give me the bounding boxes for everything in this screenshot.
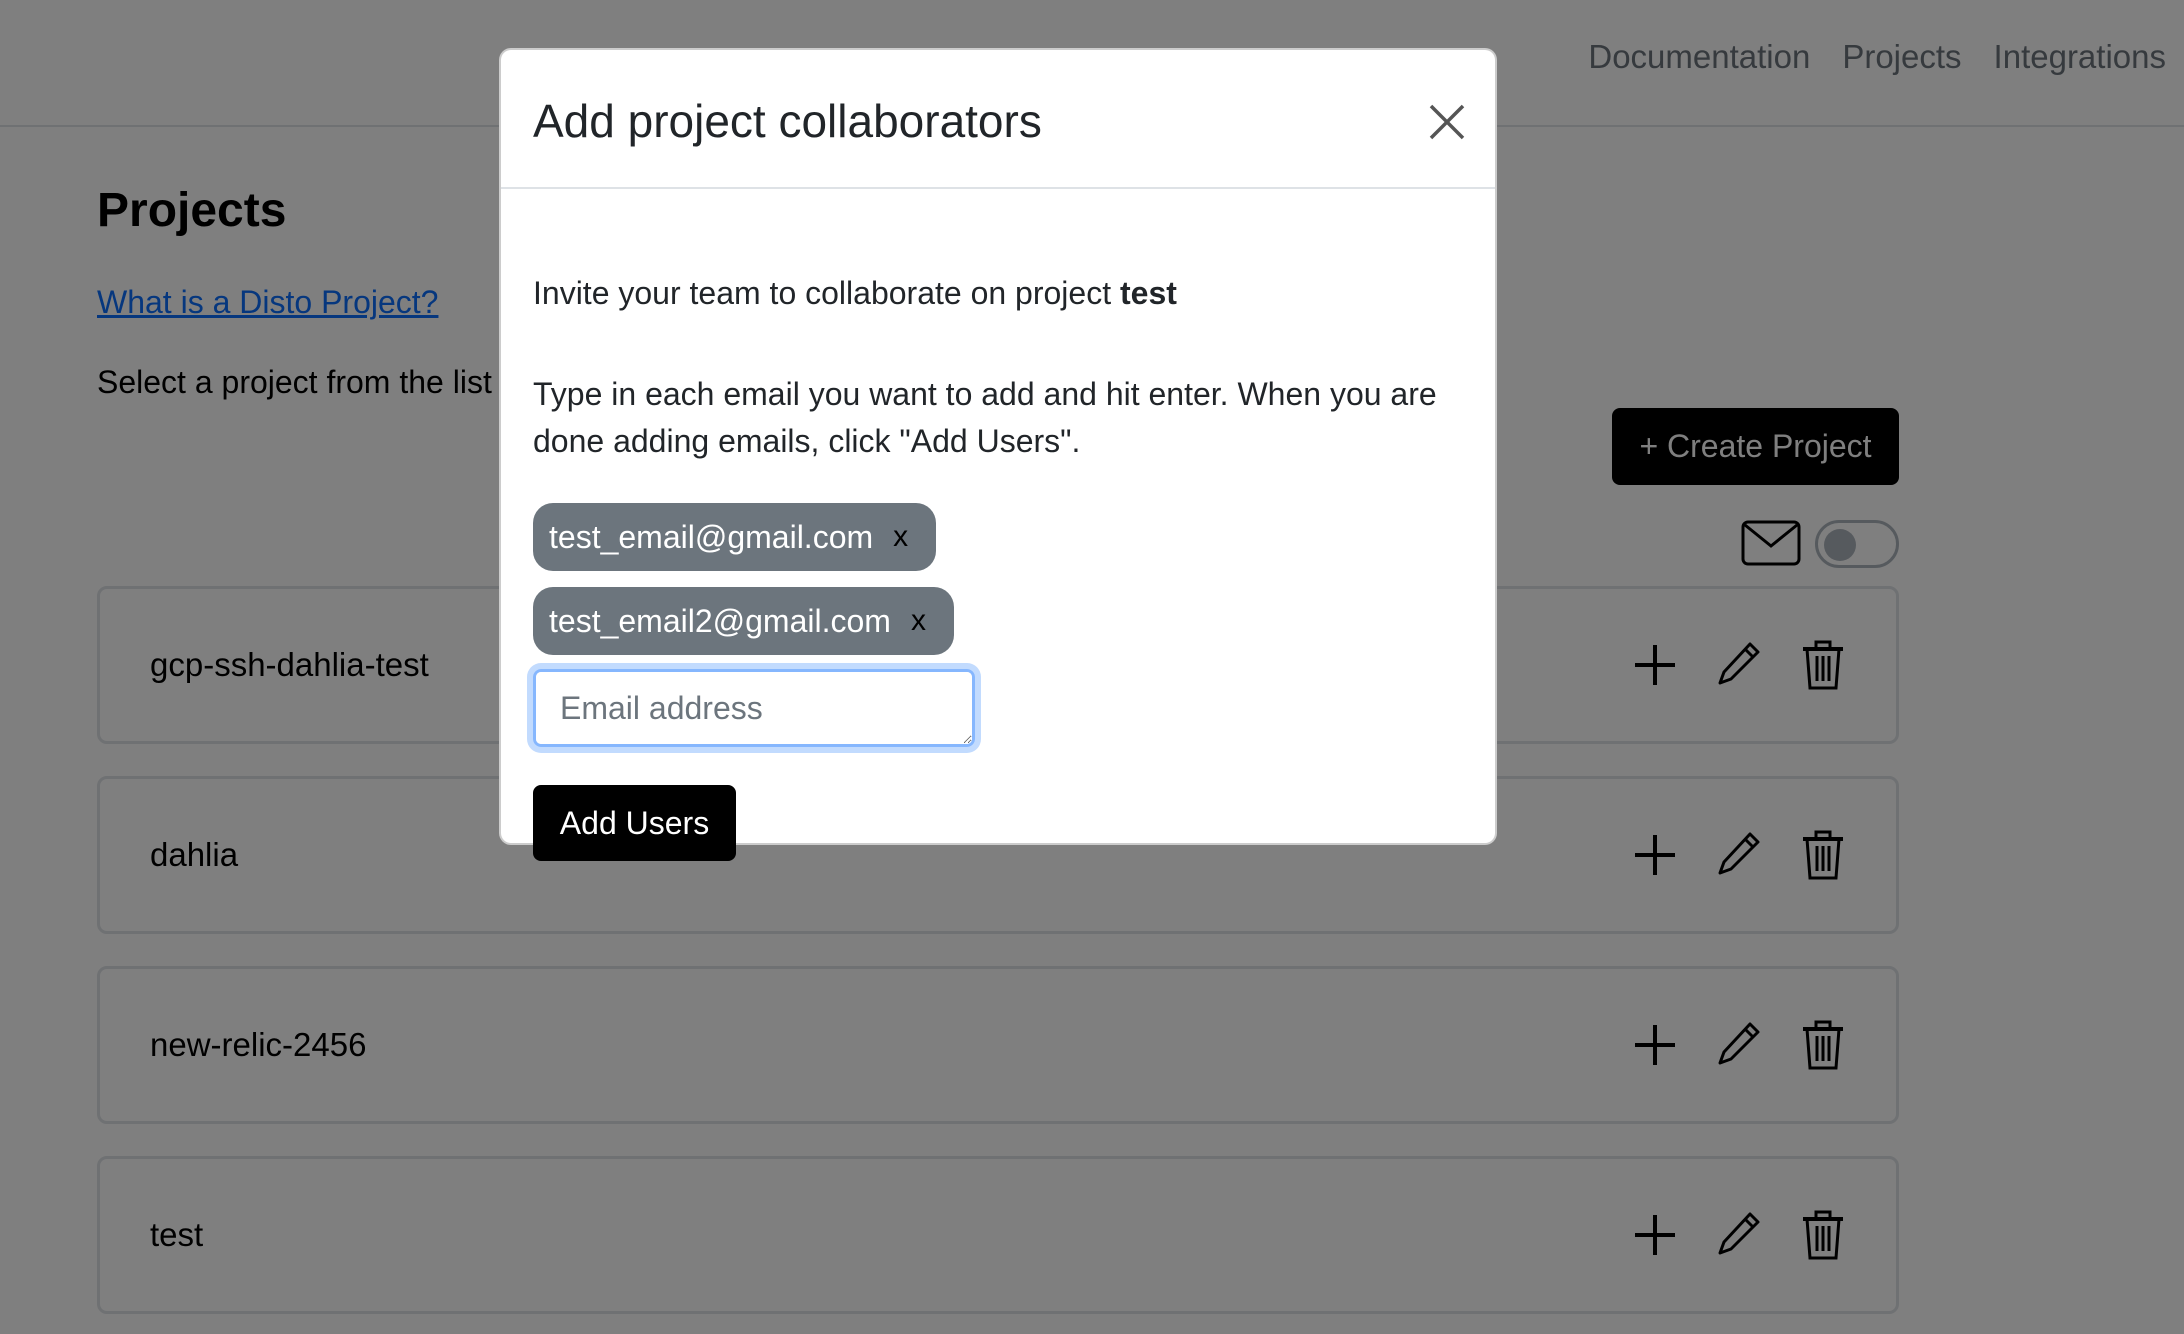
modal-title: Add project collaborators <box>533 95 1042 147</box>
chip-remove-button[interactable]: x <box>911 604 926 638</box>
add-collaborators-modal: Add project collaborators Invite your te… <box>499 48 1497 861</box>
close-icon <box>1425 104 1469 147</box>
email-chip: test_email2@gmail.com x <box>533 587 954 655</box>
chip-email: test_email2@gmail.com <box>549 602 891 639</box>
chip-remove-button[interactable]: x <box>893 520 908 554</box>
email-input[interactable] <box>533 669 975 747</box>
email-chip: test_email@gmail.com x <box>533 503 937 571</box>
instructions-text: Type in each email you want to add and h… <box>533 376 1437 459</box>
close-button[interactable] <box>1425 100 1469 144</box>
invite-prefix: Invite your team to collaborate on proje… <box>533 275 1120 311</box>
modal-header: Add project collaborators <box>501 50 1495 189</box>
add-users-button[interactable]: Add Users <box>533 785 736 861</box>
chip-email: test_email@gmail.com <box>549 518 874 555</box>
project-name-bold: test <box>1119 275 1177 311</box>
invite-text: Invite your team to collaborate on proje… <box>533 275 1177 312</box>
